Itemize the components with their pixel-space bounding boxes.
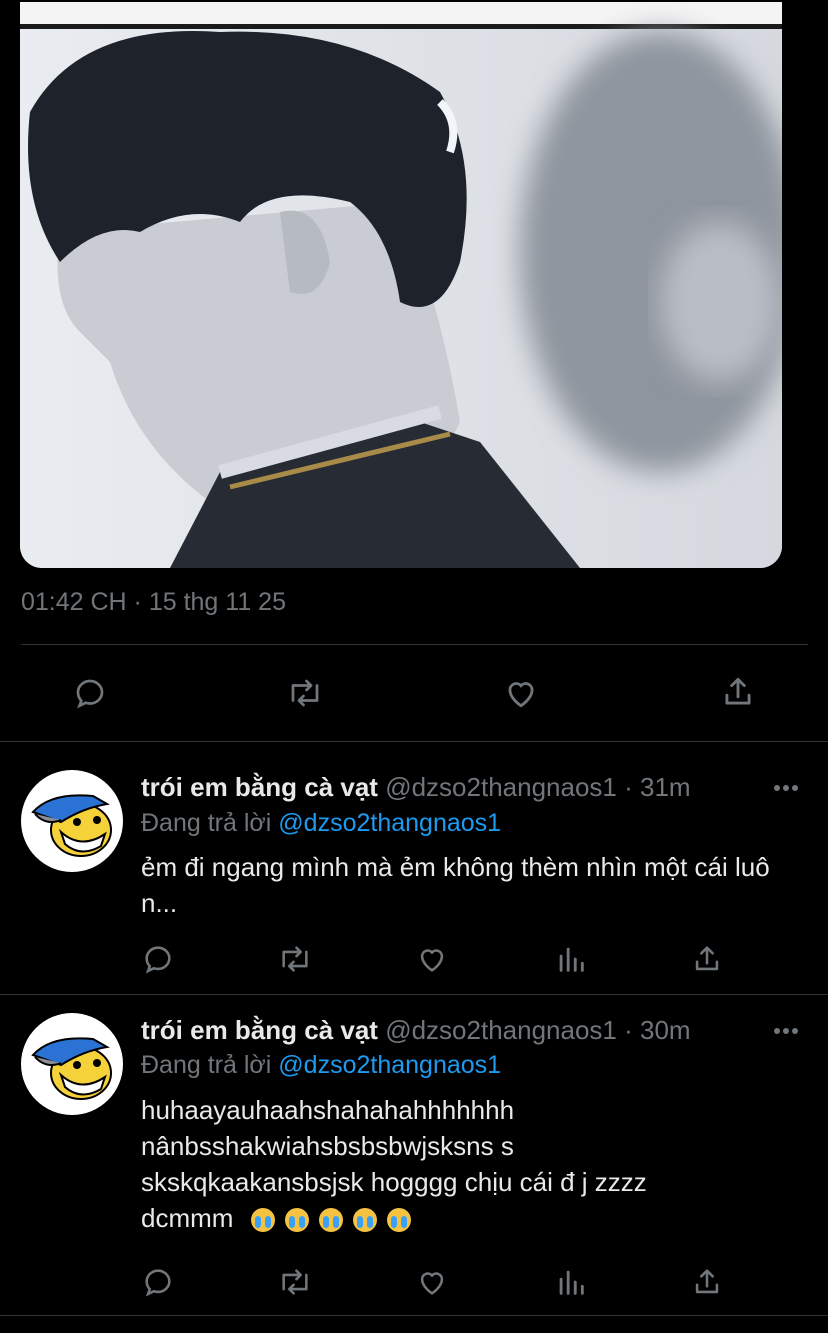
- avatar[interactable]: [21, 1013, 123, 1115]
- crying-face-emoji-icon: [250, 1208, 275, 1233]
- divider: [0, 1315, 828, 1316]
- retweet-icon[interactable]: [276, 1265, 314, 1299]
- reply-time: · 31m: [624, 772, 691, 802]
- anime-illustration: [20, 29, 782, 568]
- share-icon[interactable]: [690, 1265, 724, 1299]
- like-icon[interactable]: [415, 942, 449, 976]
- crying-face-emoji-icon: [284, 1208, 309, 1233]
- share-icon[interactable]: [719, 673, 757, 711]
- reply-tweet[interactable]: trói em bằng cà vạt @dzso2thangnaos1 · 3…: [0, 995, 828, 1315]
- crying-face-emoji-icon: [386, 1208, 411, 1233]
- retweet-icon[interactable]: [276, 942, 314, 976]
- reply-author-name[interactable]: trói em bằng cà vạt: [141, 772, 378, 802]
- share-icon[interactable]: [690, 942, 724, 976]
- like-icon[interactable]: [415, 1265, 449, 1299]
- reply-action-bar: [0, 942, 828, 982]
- tweet-timestamp: 01:42 CH · 15 thg 11 25: [21, 588, 286, 616]
- troll-face-icon: [31, 1037, 112, 1100]
- reply-tweet[interactable]: trói em bằng cà vạt @dzso2thangnaos1 · 3…: [0, 742, 828, 994]
- reply-text: huhaayauhaahshahahahhhhhhh nânbsshakwiah…: [141, 1092, 741, 1236]
- crying-face-emoji-icon: [318, 1208, 343, 1233]
- reply-icon[interactable]: [141, 1265, 175, 1299]
- tweet-media-image[interactable]: [20, 2, 782, 568]
- replying-to-link[interactable]: @dzso2thangnaos1: [278, 1051, 501, 1079]
- more-icon[interactable]: [773, 784, 799, 792]
- replying-label: Đang trả lời: [141, 809, 272, 837]
- crying-emoji-group: [241, 1203, 411, 1233]
- crying-face-emoji-icon: [352, 1208, 377, 1233]
- divider: [21, 644, 808, 645]
- reply-icon[interactable]: [72, 675, 108, 711]
- replying-to-link[interactable]: @dzso2thangnaos1: [278, 809, 501, 837]
- troll-face-icon: [31, 794, 112, 857]
- more-icon[interactable]: [773, 1027, 799, 1035]
- retweet-icon[interactable]: [285, 675, 325, 711]
- reply-author-handle[interactable]: @dzso2thangnaos1: [385, 1015, 617, 1045]
- avatar[interactable]: [21, 770, 123, 872]
- reply-icon[interactable]: [141, 942, 175, 976]
- reply-author-handle[interactable]: @dzso2thangnaos1: [385, 772, 617, 802]
- reply-action-bar: [0, 1265, 828, 1305]
- reply-text: ẻm đi ngang mình mà ẻm không thèm nhìn m…: [141, 852, 770, 918]
- tweet-action-bar: [0, 660, 828, 726]
- reply-time: · 30m: [624, 1015, 691, 1045]
- replying-label: Đang trả lời: [141, 1051, 272, 1079]
- analytics-icon[interactable]: [554, 942, 588, 976]
- analytics-icon[interactable]: [554, 1265, 588, 1299]
- like-icon[interactable]: [502, 674, 540, 712]
- reply-author-name[interactable]: trói em bằng cà vạt: [141, 1015, 378, 1045]
